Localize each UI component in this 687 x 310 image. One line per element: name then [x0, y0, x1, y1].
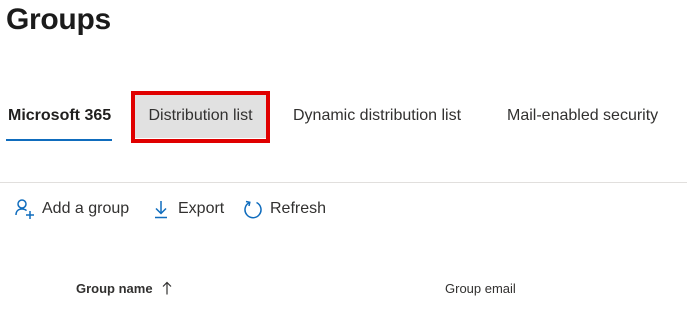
column-header-group-email[interactable]: Group email — [445, 280, 516, 298]
toolbar-divider — [0, 182, 687, 183]
page-title: Groups — [6, 3, 111, 36]
tab-mail-enabled-security[interactable]: Mail-enabled security — [507, 94, 658, 138]
column-header-group-name[interactable]: Group name — [76, 280, 172, 300]
arrow-up-icon — [162, 281, 172, 300]
refresh-icon — [242, 198, 264, 220]
tab-active-underline — [6, 139, 112, 141]
export-label: Export — [178, 200, 225, 217]
tab-dynamic-distribution-list[interactable]: Dynamic distribution list — [293, 94, 461, 138]
refresh-button[interactable]: Refresh — [242, 196, 326, 222]
add-person-icon — [14, 198, 36, 220]
column-header-label: Group name — [76, 281, 153, 296]
group-type-tabs: Microsoft 365 Distribution list Dynamic … — [0, 94, 687, 142]
export-button[interactable]: Export — [150, 196, 224, 222]
refresh-label: Refresh — [270, 200, 327, 217]
tab-microsoft-365[interactable]: Microsoft 365 — [8, 94, 111, 138]
add-group-label: Add a group — [42, 200, 130, 217]
add-group-button[interactable]: Add a group — [14, 196, 129, 222]
tab-distribution-list[interactable]: Distribution list — [135, 94, 266, 138]
download-arrow-icon — [150, 198, 172, 220]
